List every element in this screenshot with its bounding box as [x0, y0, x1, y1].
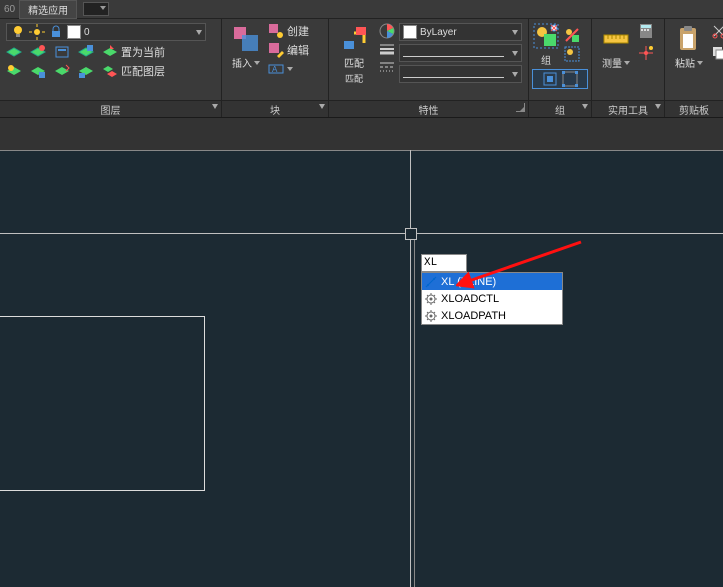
- layer-set-current-button[interactable]: 置为当前: [102, 44, 165, 60]
- lineweight-dropdown[interactable]: ByLayer: [399, 44, 522, 62]
- group-bbox-icon[interactable]: [562, 71, 578, 87]
- lock-icon: [48, 24, 64, 40]
- color-swatch: [403, 25, 417, 39]
- autocomplete-list: XL (XLINE) XLOADCTL XLOADPATH: [421, 272, 563, 325]
- menubar-left-num: 60: [0, 4, 19, 15]
- svg-text:A: A: [272, 65, 278, 74]
- sun-icon: [29, 24, 45, 40]
- layer-match-button[interactable]: 匹配图层: [102, 63, 165, 79]
- match-props-icon: [340, 25, 368, 53]
- measure-button[interactable]: 测量: [598, 23, 634, 96]
- group-edit-icon[interactable]: [564, 46, 580, 62]
- chevron-down-icon: [624, 61, 630, 65]
- util-point-icon[interactable]: [638, 45, 654, 61]
- match-layer-label: 匹配图层: [121, 63, 165, 79]
- panel-block: 插入 创建 编辑 A 块: [222, 19, 329, 117]
- menubar-dropdown[interactable]: [83, 2, 109, 16]
- menubar: 60 精选应用: [0, 0, 723, 19]
- layer-name: 0: [84, 27, 191, 38]
- ribbon: 0 置为当前: [0, 19, 723, 118]
- lineweight-preview: [403, 56, 504, 57]
- layer-dropdown[interactable]: 0: [6, 23, 206, 41]
- paste-button[interactable]: 粘贴: [671, 23, 707, 96]
- layer-btn-4-icon[interactable]: [78, 44, 94, 60]
- panel-layer-title[interactable]: 图层: [0, 100, 221, 117]
- menubar-tab[interactable]: 精选应用: [19, 0, 77, 19]
- create-icon: [268, 23, 284, 39]
- copy-icon[interactable]: [711, 45, 723, 61]
- linetype-preview: [403, 77, 504, 78]
- measure-icon: [602, 25, 630, 53]
- create-block-button[interactable]: 创建: [268, 23, 309, 39]
- props-lineweight-icon[interactable]: [379, 41, 395, 57]
- group-button[interactable]: 组: [532, 22, 560, 67]
- chevron-down-icon: [655, 104, 661, 109]
- panel-util-title[interactable]: 实用工具: [592, 100, 664, 117]
- chevron-down-icon: [212, 104, 218, 109]
- layer-btn-5-icon[interactable]: [6, 63, 22, 79]
- crosshair-v-shadow: [414, 234, 415, 587]
- layer-btn-8-icon[interactable]: [78, 63, 94, 79]
- gear-icon: [425, 310, 437, 322]
- canvas-top-edge: [0, 150, 723, 151]
- pickbox-cursor: [405, 228, 417, 240]
- chevron-down-icon: [254, 61, 260, 65]
- drawn-rectangle: [0, 316, 205, 491]
- chevron-down-icon: [512, 51, 518, 56]
- crosshair-vertical: [410, 150, 411, 587]
- match-layer-icon: [102, 63, 118, 79]
- command-input[interactable]: XL: [421, 254, 467, 272]
- chevron-down-icon: [512, 72, 518, 77]
- props-color-wheel-icon[interactable]: [379, 23, 395, 39]
- chevron-down-icon: [196, 30, 202, 35]
- cut-icon[interactable]: [711, 23, 723, 39]
- xline-icon: [425, 276, 437, 288]
- dialog-launcher-icon[interactable]: [516, 103, 525, 112]
- autocomplete-item[interactable]: XL (XLINE): [422, 273, 562, 290]
- insert-button[interactable]: 插入: [228, 23, 264, 96]
- autocomplete-item[interactable]: XLOADPATH: [422, 307, 562, 324]
- panel-layer: 0 置为当前: [0, 19, 222, 117]
- gear-icon: [425, 293, 437, 305]
- chevron-down-icon: [287, 67, 293, 71]
- panel-props: 匹配 匹配 ByLayer ByLayer ByLayer 特性: [329, 19, 529, 117]
- props-linetype-icon[interactable]: [379, 59, 395, 75]
- layer-color-swatch: [67, 25, 81, 39]
- set-current-label: 置为当前: [121, 44, 165, 60]
- panel-util: 测量 实用工具: [592, 19, 665, 117]
- edit-block-button[interactable]: 编辑: [268, 42, 309, 58]
- match-props-button[interactable]: 匹配 匹配: [335, 23, 373, 96]
- edit-attr-button[interactable]: A: [268, 61, 309, 77]
- chevron-down-icon: [582, 104, 588, 109]
- ungroup-icon[interactable]: [564, 27, 580, 43]
- panel-clip-title[interactable]: 剪贴板: [665, 100, 723, 117]
- drawing-canvas[interactable]: XL XL (XLINE) XLOADCTL XLOADPATH 西: [0, 150, 723, 587]
- panel-clip: 粘贴 剪贴板: [665, 19, 723, 117]
- set-current-icon: [102, 44, 118, 60]
- color-dropdown[interactable]: ByLayer: [399, 23, 522, 41]
- insert-icon: [232, 25, 260, 53]
- layer-btn-7-icon[interactable]: [54, 63, 70, 79]
- group-sel-icon[interactable]: [542, 71, 558, 87]
- edit-icon: [268, 42, 284, 58]
- panel-block-title[interactable]: 块: [222, 100, 328, 117]
- layer-btn-3-icon[interactable]: [54, 44, 70, 60]
- panel-props-title[interactable]: 特性: [329, 100, 528, 117]
- layer-btn-2-icon[interactable]: [30, 44, 46, 60]
- autocomplete-item[interactable]: XLOADCTL: [422, 290, 562, 307]
- chevron-down-icon: [512, 30, 518, 35]
- chevron-down-icon: [697, 61, 703, 65]
- chevron-down-icon: [319, 104, 325, 109]
- paste-icon: [675, 25, 703, 53]
- layer-btn-6-icon[interactable]: [30, 63, 46, 79]
- group-icon: [532, 22, 560, 50]
- panel-group-title[interactable]: 组: [529, 100, 591, 117]
- panel-group: 组 组: [529, 19, 592, 117]
- lightbulb-icon: [10, 24, 26, 40]
- util-calc-icon[interactable]: [638, 23, 654, 39]
- linetype-dropdown[interactable]: ByLayer: [399, 65, 522, 83]
- crosshair-horizontal: [0, 233, 723, 234]
- edit-attr-icon: A: [268, 61, 284, 77]
- layer-btn-1-icon[interactable]: [6, 44, 22, 60]
